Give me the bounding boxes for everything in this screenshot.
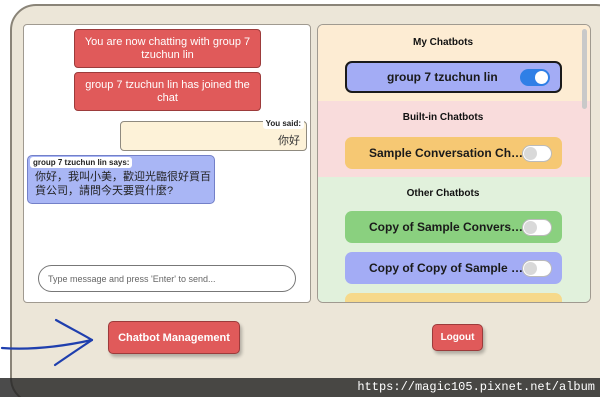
chatbot-row-partial[interactable] (345, 293, 562, 302)
bot-message-bubble: group 7 tzuchun lin says: 你好，我叫小美，歡迎光臨很好… (27, 155, 215, 204)
app-window: You are now chatting with group 7 tzuchu… (0, 0, 600, 397)
section-title-builtin-chatbots: Built-in Chatbots (402, 112, 484, 123)
chatbot-list-scrollbar[interactable] (582, 29, 587, 109)
chatbot-row-group7[interactable]: group 7 tzuchun lin (345, 61, 562, 93)
chatbot-name: Copy of Copy of Sample Conversation Chat… (369, 261, 527, 275)
chatbot-management-button[interactable]: Chatbot Management (108, 321, 240, 354)
chatbot-row-copy-copy-sample[interactable]: Copy of Copy of Sample Conversation Chat… (345, 252, 562, 284)
section-title-other-chatbots: Other Chatbots (406, 188, 480, 199)
chatbot-toggle-switch[interactable] (520, 69, 550, 86)
chatbot-list-panel[interactable]: My Chatbots Built-in Chatbots Other Chat… (317, 24, 591, 303)
chatbot-name: Sample Conversation Chatbot (369, 146, 527, 160)
bot-message-text: 你好，我叫小美，歡迎光臨很好買百貨公司，請問今天要買什麼? (35, 171, 211, 197)
user-message-bubble: You said: 你好 (120, 118, 307, 151)
message-input[interactable] (38, 265, 296, 292)
chatbot-row-sample[interactable]: Sample Conversation Chatbot (345, 137, 562, 169)
watermark-url: https://magic105.pixnet.net/album (357, 380, 595, 394)
logout-button[interactable]: Logout (432, 324, 483, 351)
watermark-bar: https://magic105.pixnet.net/album (0, 378, 600, 397)
annotation-arrow-icon (0, 318, 94, 367)
chatbot-toggle-switch[interactable] (522, 219, 552, 236)
chatbot-row-copy-sample[interactable]: Copy of Sample Conversation Chatbot (345, 211, 562, 243)
system-message: You are now chatting with group 7 tzuchu… (74, 29, 261, 68)
chat-panel: You are now chatting with group 7 tzuchu… (23, 24, 311, 303)
user-message-label: You said: (262, 118, 304, 129)
user-message-text: 你好 (278, 135, 300, 147)
chatbot-name: Copy of Sample Conversation Chatbot (369, 220, 527, 234)
chatbot-toggle-switch[interactable] (522, 145, 552, 162)
section-title-my-chatbots: My Chatbots (413, 37, 473, 48)
bot-message-label: group 7 tzuchun lin says: (30, 157, 133, 168)
chatbot-toggle-switch[interactable] (522, 260, 552, 277)
system-message: group 7 tzuchun lin has joined the chat (74, 72, 261, 111)
